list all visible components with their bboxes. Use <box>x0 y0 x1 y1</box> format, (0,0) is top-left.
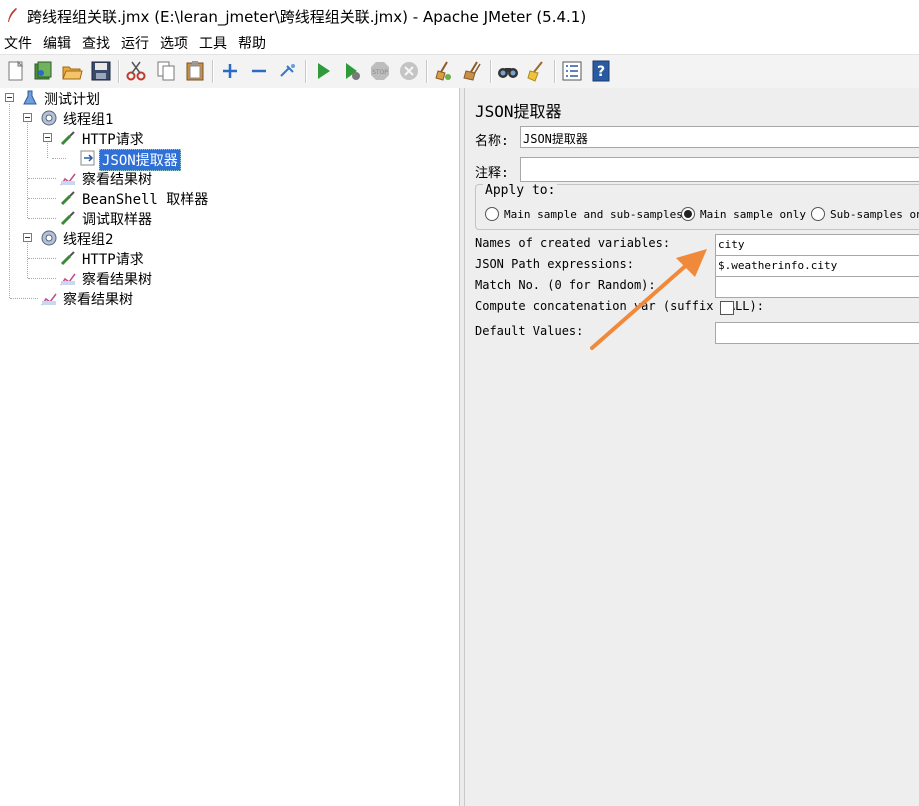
cut-icon[interactable] <box>125 60 147 82</box>
toolbar-separator <box>490 60 492 83</box>
sampler-pipette-icon <box>60 211 75 226</box>
apply-to-title: Apply to: <box>483 183 558 198</box>
menu-help[interactable]: 帮助 <box>238 33 266 53</box>
toolbar-separator <box>212 60 214 83</box>
paste-icon[interactable] <box>184 60 206 82</box>
tree-label: 测试计划 <box>44 92 100 108</box>
menu-tools[interactable]: 工具 <box>199 33 227 53</box>
tree-node-view-results-tree-1[interactable]: 察看结果树 <box>0 168 200 188</box>
listener-chart-icon <box>60 273 76 286</box>
reset-search-icon[interactable] <box>526 60 548 82</box>
tree-label: 调试取样器 <box>82 212 152 228</box>
menu-file[interactable]: 文件 <box>4 33 32 53</box>
tree-label: 察看结果树 <box>82 172 152 188</box>
new-icon[interactable] <box>5 60 27 82</box>
help-icon[interactable]: ? <box>590 60 612 82</box>
jsonpath-label: JSON Path expressions: <box>475 257 634 271</box>
collapse-toggle[interactable] <box>5 93 14 102</box>
collapse-toggle[interactable] <box>23 113 32 122</box>
menu-edit[interactable]: 编辑 <box>43 33 71 53</box>
sampler-pipette-icon <box>60 191 75 206</box>
tree-node-http-request-2[interactable]: HTTP请求 <box>0 248 200 268</box>
panel-title: JSON提取器 <box>475 102 562 121</box>
copy-icon[interactable] <box>155 60 177 82</box>
collapse-icon[interactable] <box>248 60 270 82</box>
default-values-label: Default Values: <box>475 324 584 338</box>
search-icon[interactable] <box>497 60 519 82</box>
tree-node-json-extractor[interactable]: JSON提取器 <box>0 148 200 171</box>
listener-chart-icon <box>60 173 76 186</box>
tree-node-test-plan[interactable]: 测试计划 <box>0 88 200 108</box>
tree-node-view-results-tree-3[interactable]: 察看结果树 <box>0 288 200 308</box>
collapse-toggle[interactable] <box>43 133 52 142</box>
radio-main-only[interactable] <box>681 207 695 221</box>
test-plan-icon <box>23 90 37 105</box>
title-bar: 跨线程组关联.jmx (E:\leran_jmeter\跨线程组关联.jmx) … <box>0 0 919 31</box>
toolbar-separator <box>305 60 307 83</box>
toolbar: STOP ? <box>0 54 919 89</box>
listener-chart-icon <box>41 293 57 306</box>
templates-icon[interactable] <box>32 60 54 82</box>
radio-main-and-sub[interactable] <box>485 207 499 221</box>
svg-text:?: ? <box>597 64 605 80</box>
menu-run[interactable]: 运行 <box>121 33 149 53</box>
tree-label: BeanShell 取样器 <box>82 192 209 208</box>
radio-main-and-sub-label: Main sample and sub-samples <box>504 208 683 221</box>
tree-node-debug-sampler[interactable]: 调试取样器 <box>0 208 200 228</box>
menu-search[interactable]: 查找 <box>82 33 110 53</box>
start-icon[interactable] <box>312 60 334 82</box>
tree-label: 线程组1 <box>63 112 114 128</box>
test-plan-tree: 测试计划 线程组1 HTTP请求 JSON提取器 察看结果树 BeanShell <box>0 88 459 806</box>
expand-icon[interactable] <box>219 60 241 82</box>
match-no-label: Match No. (0 for Random): <box>475 278 656 292</box>
stop-icon[interactable]: STOP <box>369 60 391 82</box>
name-field[interactable]: JSON提取器 <box>520 126 919 148</box>
toggle-icon[interactable] <box>277 60 299 82</box>
radio-sub-only[interactable] <box>811 207 825 221</box>
svg-text:STOP: STOP <box>372 69 388 76</box>
default-values-field[interactable] <box>715 322 919 344</box>
name-label: 名称: <box>475 134 509 149</box>
radio-sub-only-label: Sub-samples only <box>830 208 919 221</box>
tree-label: HTTP请求 <box>82 252 144 268</box>
menu-options[interactable]: 选项 <box>160 33 188 53</box>
sampler-pipette-icon <box>60 251 75 266</box>
json-path-expressions-field[interactable]: $.weatherinfo.city <box>715 255 919 277</box>
tree-node-thread-group-2[interactable]: 线程组2 <box>0 228 200 248</box>
thread-group-gear-icon <box>41 230 57 246</box>
menu-bar: 文件 编辑 查找 运行 选项 工具 帮助 <box>0 31 919 53</box>
start-no-pause-icon[interactable] <box>341 60 363 82</box>
tree-node-thread-group-1[interactable]: 线程组1 <box>0 108 200 128</box>
names-label: Names of created variables: <box>475 236 671 250</box>
radio-main-only-label: Main sample only <box>700 208 806 221</box>
tree-node-view-results-tree-2[interactable]: 察看结果树 <box>0 268 200 288</box>
tree-label: 察看结果树 <box>63 292 133 308</box>
tree-node-http-request-1[interactable]: HTTP请求 <box>0 128 200 148</box>
comment-field[interactable] <box>520 157 919 182</box>
match-no-field[interactable] <box>715 276 919 298</box>
sampler-pipette-icon <box>60 131 75 146</box>
jmeter-feather-icon <box>8 8 17 22</box>
window-title: 跨线程组关联.jmx (E:\leran_jmeter\跨线程组关联.jmx) … <box>27 8 587 26</box>
compute-concatenation-checkbox[interactable] <box>720 301 734 315</box>
tree-label: 察看结果树 <box>82 272 152 288</box>
tree-label: HTTP请求 <box>82 132 144 148</box>
toolbar-separator <box>426 60 428 83</box>
shutdown-icon[interactable] <box>398 60 420 82</box>
open-icon[interactable] <box>61 60 83 82</box>
function-helper-icon[interactable] <box>561 60 583 82</box>
collapse-toggle[interactable] <box>23 233 32 242</box>
toolbar-separator <box>554 60 556 83</box>
tree-label: 线程组2 <box>63 232 114 248</box>
comment-label: 注释: <box>475 166 509 181</box>
post-processor-icon <box>80 150 95 166</box>
tree-node-beanshell-sampler[interactable]: BeanShell 取样器 <box>0 188 220 208</box>
thread-group-gear-icon <box>41 110 57 126</box>
save-icon[interactable] <box>90 60 112 82</box>
clear-icon[interactable] <box>433 60 455 82</box>
json-extractor-panel: JSON提取器 名称: JSON提取器 注释: Apply to: Main s… <box>465 88 919 806</box>
names-of-created-variables-field[interactable]: city <box>715 234 919 256</box>
toolbar-separator <box>118 60 120 83</box>
clear-all-icon[interactable] <box>462 60 484 82</box>
